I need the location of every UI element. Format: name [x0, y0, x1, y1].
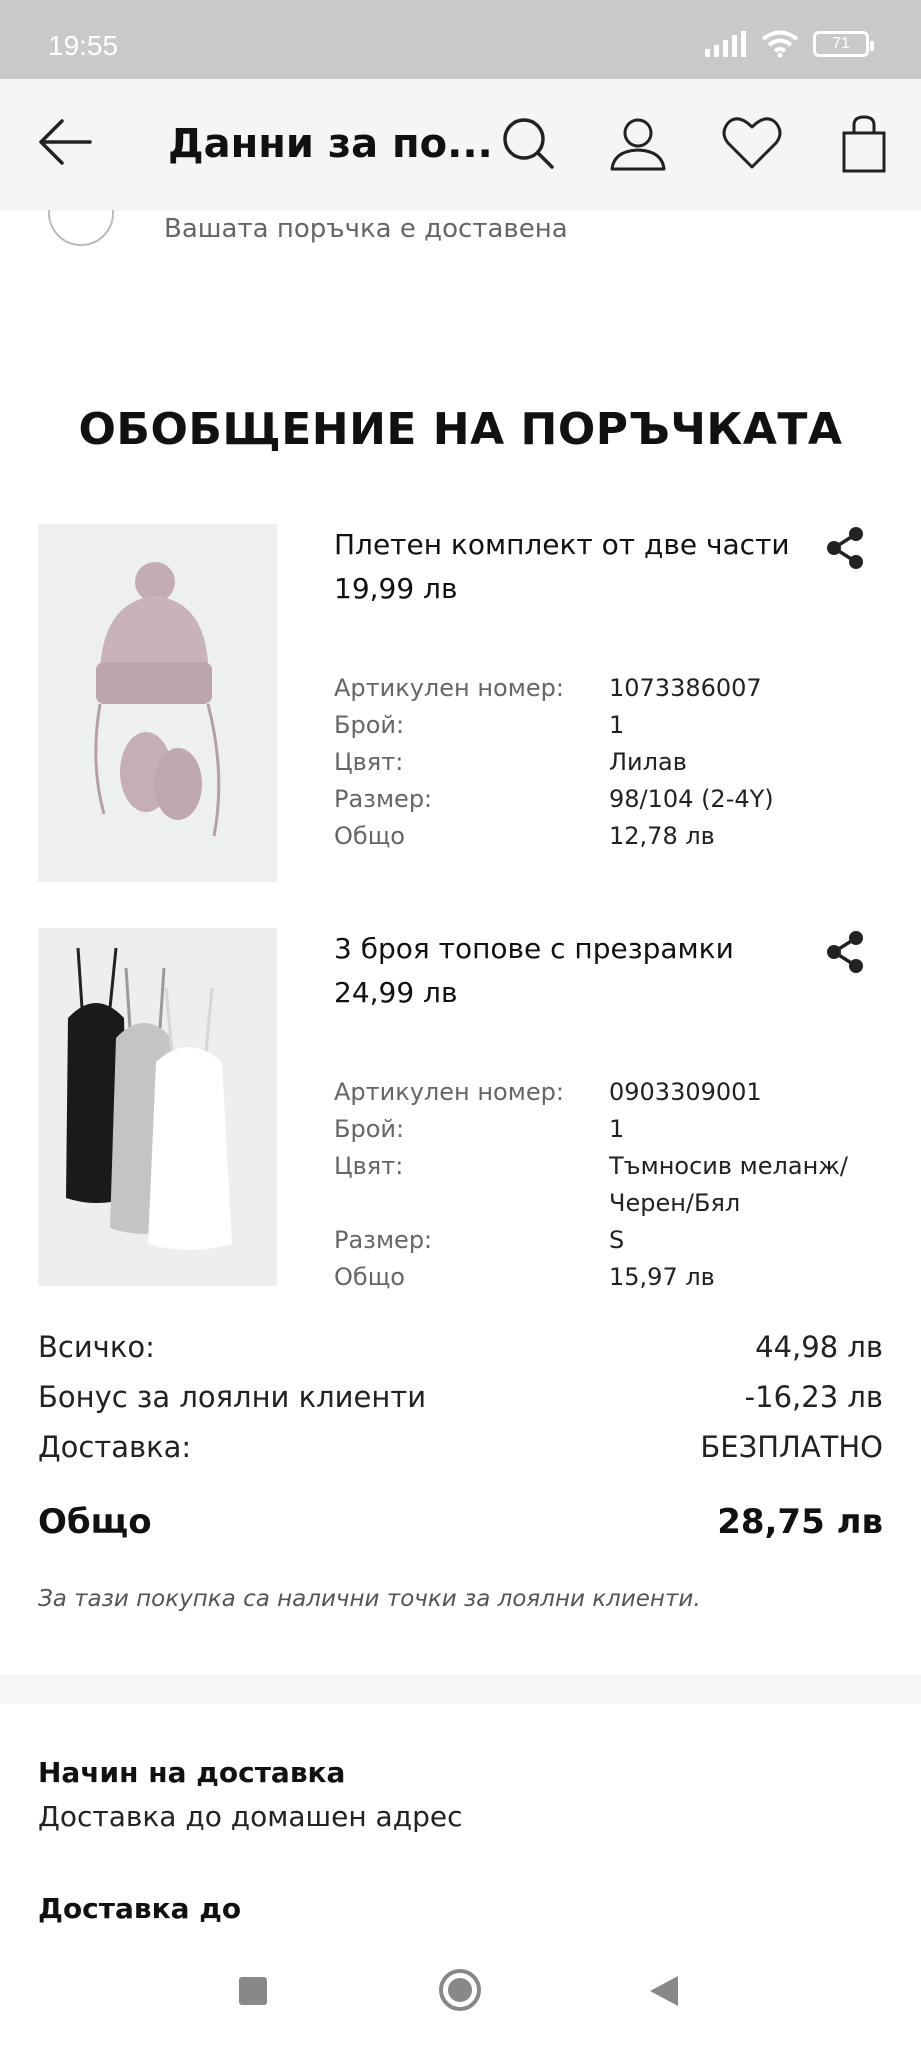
knit-hat-illustration	[38, 524, 277, 882]
page-title: Данни за по...	[168, 121, 493, 167]
loyalty-bonus-value: -16,23 лв	[744, 1380, 883, 1414]
loyalty-points-note: За тази покупка са налични точки за лоял…	[38, 1586, 701, 1612]
product-details: Артикулен номер: 1073386007 Брой: 1 Цвят: Л…	[334, 670, 894, 855]
detail-label: Размер:	[334, 785, 433, 813]
detail-row-article: Артикулен номер: 1073386007	[334, 670, 894, 707]
detail-row-total: Общо 15,97 лв	[334, 1259, 894, 1296]
detail-label: Артикулен номер:	[334, 674, 564, 702]
system-nav-bar	[0, 1948, 921, 2048]
home-icon[interactable]	[438, 1968, 482, 2012]
detail-value: 1	[609, 711, 625, 739]
delivery-cost-label: Доставка:	[38, 1430, 192, 1464]
detail-label: Брой:	[334, 711, 405, 739]
detail-label: Цвят:	[334, 748, 404, 776]
product-price: 24,99 лв	[334, 976, 458, 1009]
battery-level: 71	[832, 35, 850, 52]
product-image-knit-set[interactable]	[38, 524, 277, 882]
detail-value: 12,78 лв	[609, 822, 715, 850]
delivery-method-value: Доставка до домашен адрес	[38, 1800, 463, 1833]
grand-total-value: 28,75 лв	[717, 1502, 883, 1542]
tank-tops-illustration	[38, 928, 277, 1286]
section-divider	[0, 1674, 921, 1704]
product-details: Артикулен номер: 0903309001 Брой: 1 Цвят: Т…	[334, 1074, 894, 1296]
battery-indicator: 71	[813, 31, 874, 57]
detail-value: 15,97 лв	[609, 1263, 715, 1291]
subtotal-value: 44,98 лв	[755, 1330, 883, 1364]
detail-value: 1	[609, 1115, 625, 1143]
signal-icon	[705, 31, 746, 57]
detail-row-article: Артикулен номер: 0903309001	[334, 1074, 894, 1111]
subtotal-row: Всичко: 44,98 лв	[38, 1330, 883, 1380]
product-name[interactable]: Плетен комплект от две части	[334, 528, 790, 561]
product-price: 19,99 лв	[334, 572, 458, 605]
search-icon[interactable]	[500, 115, 556, 171]
detail-row-color: Цвят: Лилав	[334, 744, 894, 781]
detail-value: 0903309001	[609, 1078, 762, 1106]
detail-row-quantity: Брой: 1	[334, 707, 894, 744]
recent-apps-icon[interactable]	[238, 1976, 268, 2006]
detail-value: 98/104 (2-4Y)	[609, 785, 774, 813]
wifi-icon	[761, 30, 799, 58]
detail-row-color-cont: Черен/Бял	[334, 1185, 894, 1222]
detail-row-total: Общо 12,78 лв	[334, 818, 894, 855]
grand-total-row: Общо 28,75 лв	[38, 1502, 883, 1542]
subtotal-label: Всичко:	[38, 1330, 155, 1364]
heart-icon[interactable]	[722, 115, 782, 171]
product-name[interactable]: 3 броя топове с презрамки	[334, 932, 734, 965]
status-bar: 19:55 71	[0, 0, 921, 79]
loyalty-bonus-row: Бонус за лоялни клиенти -16,23 лв	[38, 1380, 883, 1430]
loyalty-bonus-label: Бонус за лоялни клиенти	[38, 1380, 427, 1414]
detail-row-size: Размер: 98/104 (2-4Y)	[334, 781, 894, 818]
detail-label: Брой:	[334, 1115, 405, 1143]
detail-row-color: Цвят: Тъмносив меланж/	[334, 1148, 894, 1185]
detail-value: 1073386007	[609, 674, 762, 702]
detail-value: Лилав	[609, 748, 687, 776]
delivery-cost-row: Доставка: БЕЗПЛАТНО	[38, 1430, 883, 1480]
status-time: 19:55	[48, 30, 119, 61]
detail-label: Общо	[334, 1263, 405, 1291]
detail-value: Тъмносив меланж/	[609, 1152, 848, 1180]
detail-row-quantity: Брой: 1	[334, 1111, 894, 1148]
share-icon[interactable]	[826, 930, 866, 974]
detail-row-size: Размер: S	[334, 1222, 894, 1259]
delivery-to-heading: Доставка до	[38, 1892, 242, 1925]
order-totals: Всичко: 44,98 лв Бонус за лоялни клиенти…	[38, 1330, 883, 1480]
detail-value: Черен/Бял	[609, 1189, 741, 1217]
shopping-bag-icon[interactable]	[840, 115, 888, 173]
detail-label: Размер:	[334, 1226, 433, 1254]
detail-value: S	[609, 1226, 625, 1254]
back-arrow-icon[interactable]	[38, 117, 92, 167]
delivery-cost-value: БЕЗПЛАТНО	[700, 1430, 883, 1464]
delivery-method-heading: Начин на доставка	[38, 1756, 346, 1789]
back-nav-icon[interactable]	[648, 1974, 680, 2008]
app-header: Данни за по...	[0, 79, 921, 211]
share-icon[interactable]	[826, 526, 866, 570]
detail-label: Цвят:	[334, 1152, 404, 1180]
detail-label: Общо	[334, 822, 405, 850]
account-icon[interactable]	[608, 115, 668, 173]
grand-total-label: Общо	[38, 1502, 152, 1542]
product-image-tops[interactable]	[38, 928, 277, 1286]
order-summary-title: ОБОБЩЕНИЕ НА ПОРЪЧКАТА	[78, 404, 843, 455]
delivery-status-text: Вашата поръчка е доставена	[164, 214, 568, 244]
status-icons: 71	[705, 30, 874, 58]
detail-label: Артикулен номер:	[334, 1078, 564, 1106]
